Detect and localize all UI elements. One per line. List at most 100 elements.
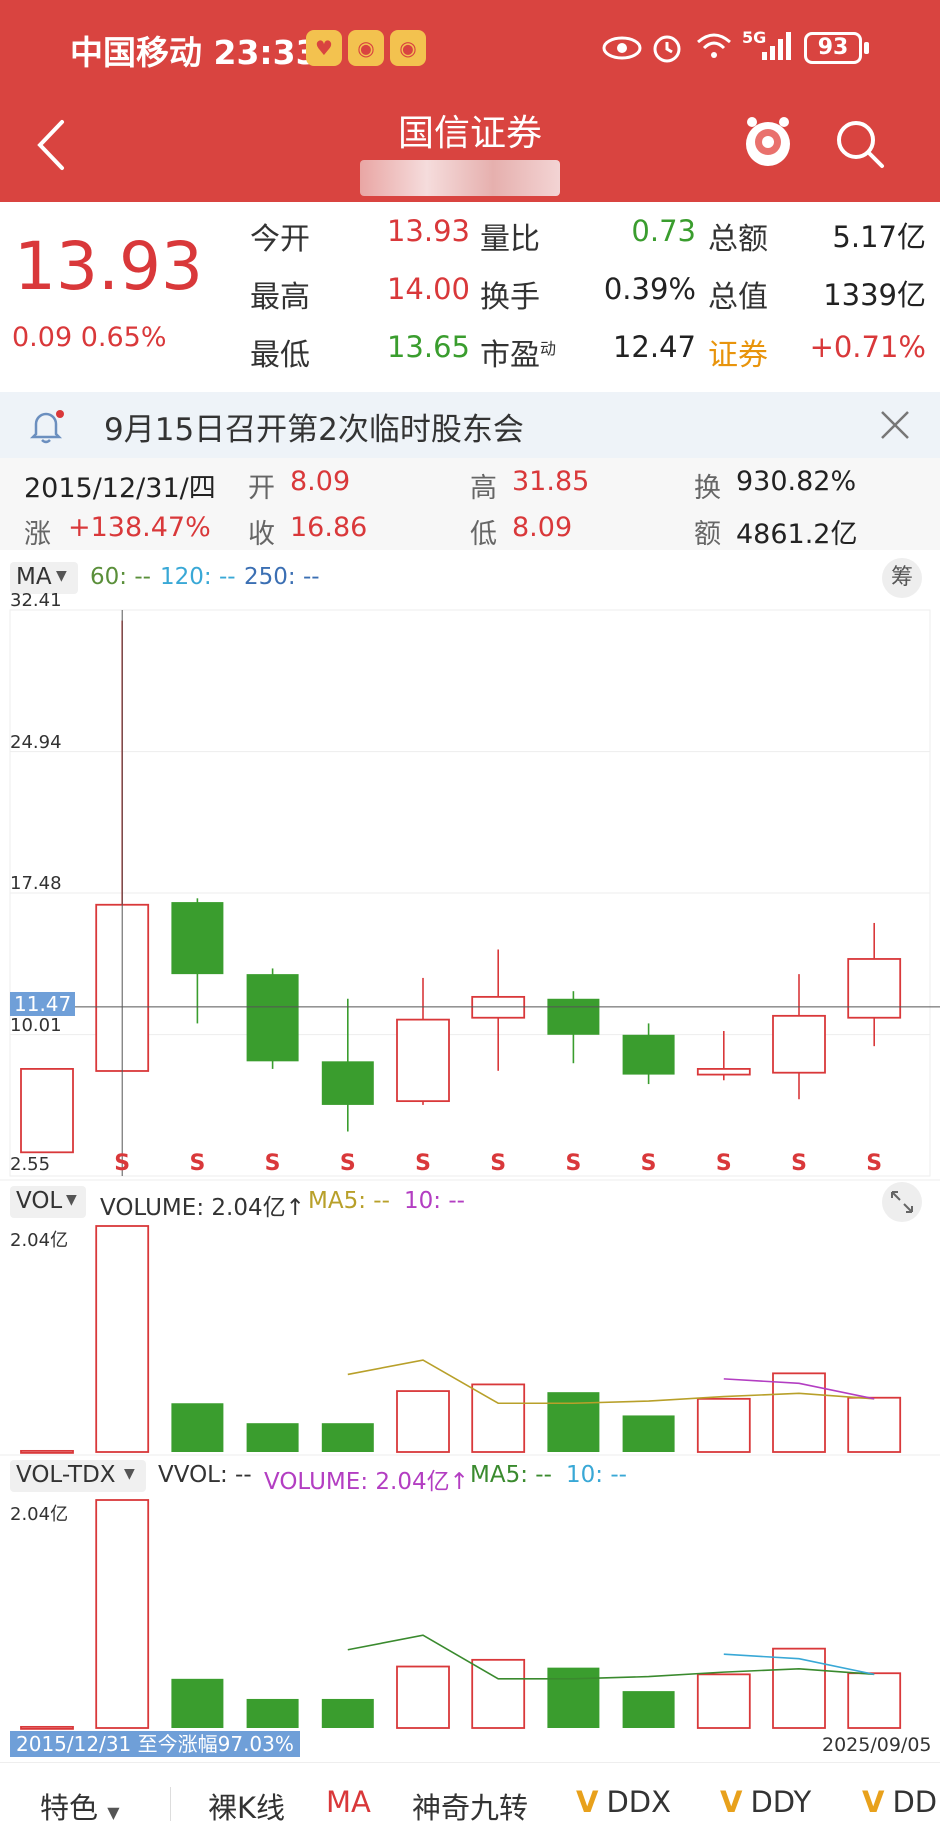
price-tick-label: 10.01 bbox=[10, 1014, 62, 1036]
tab-dd[interactable]: V DD bbox=[862, 1785, 937, 1819]
quote-value: 1339亿 bbox=[823, 278, 926, 312]
status-bar: 中国移动 23:33 ♥ ◉ ◉ 5G 93 bbox=[0, 0, 940, 100]
voltdx-bar-up bbox=[396, 1665, 450, 1729]
battery-icon: 93 bbox=[804, 32, 862, 64]
voltdx-bar-up bbox=[20, 1725, 74, 1730]
chip-button[interactable]: 筹 bbox=[882, 558, 922, 598]
weibo-icon-2: ◉ bbox=[390, 30, 426, 66]
tab-special[interactable]: 特色 ▼ bbox=[40, 1785, 120, 1827]
sell-signal-mark: S bbox=[415, 1151, 431, 1176]
quote-label: 换手 bbox=[480, 280, 540, 315]
end-date-label: 2025/09/05 bbox=[822, 1734, 932, 1756]
quote-label: 今开 bbox=[250, 222, 310, 257]
quote-value: 5.17亿 bbox=[832, 220, 926, 254]
search-icon[interactable] bbox=[834, 118, 888, 172]
sell-signal-mark: S bbox=[641, 1151, 657, 1176]
quote-value: 0.73 bbox=[631, 214, 696, 248]
signal-icon bbox=[762, 32, 791, 60]
change-label: 涨 bbox=[24, 519, 51, 550]
alarm-icon bbox=[653, 35, 681, 63]
sell-signal-mark: S bbox=[791, 1151, 807, 1176]
tab-dd-label: DD bbox=[892, 1785, 938, 1819]
notice-text: 9月15日召开第2次临时股东会 bbox=[104, 412, 524, 448]
close-label: 收 bbox=[248, 519, 275, 550]
vip-icon: V bbox=[720, 1785, 743, 1819]
open-value: 8.09 bbox=[290, 466, 351, 497]
turnover-label: 换 bbox=[694, 473, 721, 504]
kline-chart[interactable]: SSSSSSSSSSS bbox=[0, 600, 940, 1760]
candle-body-down bbox=[547, 998, 600, 1035]
ma60-value: 60: -- bbox=[90, 564, 151, 590]
sell-signal-mark: S bbox=[716, 1151, 732, 1176]
close-value: 16.86 bbox=[290, 512, 368, 543]
voltdx-bar-down bbox=[622, 1691, 675, 1728]
voltdx-bar-up bbox=[696, 1673, 751, 1729]
page-title: 国信证券 bbox=[397, 113, 542, 154]
volume-bar-down bbox=[171, 1403, 224, 1452]
quote-label: 证券 bbox=[708, 338, 768, 373]
volume-bar-down bbox=[622, 1415, 675, 1452]
tab-ma[interactable]: MA bbox=[326, 1785, 371, 1819]
sell-signal-mark: S bbox=[114, 1151, 130, 1176]
voltdx-bar-down bbox=[171, 1678, 224, 1728]
close-icon[interactable] bbox=[878, 408, 912, 442]
notice-bar[interactable]: 9月15日召开第2次临时股东会 bbox=[0, 392, 940, 458]
high-value: 31.85 bbox=[512, 466, 590, 497]
sell-signal-mark: S bbox=[490, 1151, 506, 1176]
tab-magic-nine[interactable]: 神奇九转 bbox=[412, 1785, 528, 1827]
volume-bar-up bbox=[95, 1225, 150, 1453]
candle-body-down bbox=[246, 974, 299, 1062]
voltdx-bar-up bbox=[772, 1647, 826, 1729]
voltdx-max-label: 2.04亿 bbox=[10, 1504, 69, 1525]
candle-body-up bbox=[696, 1068, 751, 1076]
wifi-icon bbox=[697, 33, 731, 58]
volume-bar-down bbox=[246, 1423, 299, 1452]
dynamic-pe-mark: 动 bbox=[540, 339, 557, 358]
price-tick-label: 32.41 bbox=[10, 590, 62, 611]
ma250-value: 250: -- bbox=[244, 564, 320, 590]
candle-body-up bbox=[847, 958, 902, 1019]
battery-tip bbox=[864, 42, 869, 54]
volume-bar-up bbox=[847, 1396, 902, 1453]
ma-selector-label: MA bbox=[16, 564, 52, 590]
kline-date: 2015/12/31/四 bbox=[24, 473, 216, 504]
volume-bar-up bbox=[20, 1449, 74, 1454]
heart-app-icon: ♥ bbox=[306, 30, 342, 66]
vol-max-label: 2.04亿 bbox=[10, 1230, 69, 1251]
voltdx-bar-down bbox=[321, 1698, 374, 1728]
vip-icon: V bbox=[862, 1785, 885, 1819]
sell-signal-mark: S bbox=[189, 1151, 205, 1176]
weibo-icon: ◉ bbox=[348, 30, 384, 66]
sell-signal-mark: S bbox=[565, 1151, 581, 1176]
high-label: 高 bbox=[470, 473, 497, 504]
tab-special-label: 特色 bbox=[40, 1791, 99, 1825]
chevron-down-icon: ▼ bbox=[56, 568, 67, 584]
amount-label: 额 bbox=[694, 519, 721, 550]
tab-ddx[interactable]: V DDX bbox=[576, 1785, 671, 1819]
sell-signal-mark: S bbox=[866, 1151, 882, 1176]
voltdx-bar-up bbox=[847, 1672, 902, 1729]
volume-bar-down bbox=[547, 1392, 600, 1452]
candle-body-down bbox=[171, 902, 224, 975]
crosshair-price-label: 11.47 bbox=[10, 992, 76, 1016]
tab-naked-k[interactable]: 裸K线 bbox=[208, 1785, 285, 1827]
low-label: 低 bbox=[470, 519, 497, 550]
quote-value: +0.71% bbox=[809, 330, 926, 364]
ma120-value: 120: -- bbox=[160, 564, 236, 590]
price-change: 0.09 0.65% bbox=[12, 322, 167, 353]
quote-label: 最高 bbox=[250, 280, 310, 315]
mascot-icon[interactable] bbox=[740, 112, 796, 174]
tab-divider bbox=[170, 1787, 171, 1821]
chevron-down-icon: ▼ bbox=[107, 1803, 120, 1822]
volume-bar-up bbox=[696, 1397, 751, 1453]
quote-label: 总额 bbox=[708, 222, 768, 257]
eye-icon bbox=[602, 36, 642, 60]
vip-icon: V bbox=[576, 1785, 599, 1819]
price-tick-label: 17.48 bbox=[10, 873, 62, 894]
volume-bar-down bbox=[321, 1423, 374, 1452]
turnover-value: 930.82% bbox=[736, 466, 857, 497]
candle-body-up bbox=[772, 1014, 826, 1074]
tab-ddy[interactable]: V DDY bbox=[720, 1785, 811, 1819]
stock-detail-screen: 中国移动 23:33 ♥ ◉ ◉ 5G 93 国信证券 13.93 0.09 0… bbox=[0, 0, 940, 1843]
volume-bar-up bbox=[772, 1372, 826, 1453]
